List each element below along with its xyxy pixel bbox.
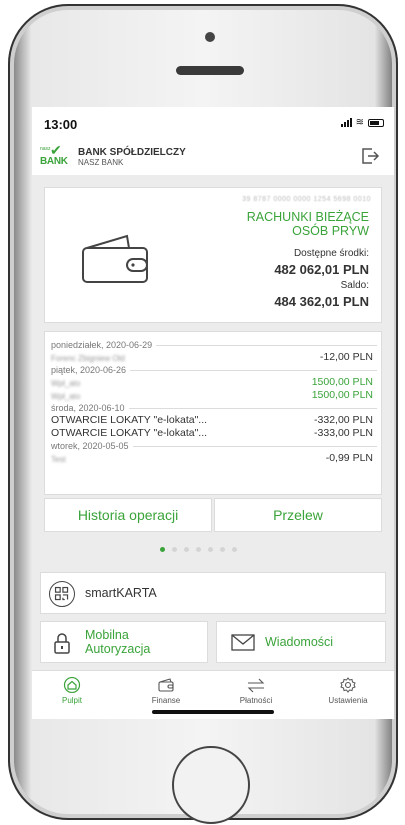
account-number: 39 8787 0000 0000 1254 5698 0010	[242, 196, 371, 203]
tab-finanse[interactable]: Finanse	[126, 677, 206, 705]
wallet-icon	[158, 678, 174, 692]
operation-amount: -332,00 PLN	[314, 414, 373, 426]
smartkarta-tile[interactable]: smartKARTA	[40, 572, 386, 614]
tab-ustawienia-label: Ustawienia	[328, 696, 368, 705]
balance-label: Saldo:	[340, 280, 369, 291]
lock-icon	[54, 633, 70, 654]
messages-tile[interactable]: Wiadomości	[216, 621, 386, 663]
operation-amount: 1500,00 PLN	[311, 389, 373, 401]
battery-icon	[368, 118, 384, 127]
operation-amount: -12,00 PLN	[319, 351, 373, 363]
carousel-dot[interactable]	[208, 547, 213, 552]
qr-code-icon	[49, 581, 75, 607]
date-divider	[132, 445, 377, 447]
carousel-dot[interactable]	[220, 547, 225, 552]
home-indicator	[152, 710, 274, 714]
operation-description: OTWARCIE LOKATY "e-lokata"...	[51, 414, 208, 426]
mobile-auth-label: Mobilna Autoryzacja	[85, 628, 150, 656]
operation-row[interactable]: Wpł_ato 1500,00 PLN	[51, 376, 377, 389]
home-button[interactable]	[172, 746, 250, 824]
mobile-auth-line2: Autoryzacja	[85, 642, 151, 656]
operation-amount: -0,99 PLN	[325, 452, 373, 464]
bank-logo: nasz ✔ BANK	[40, 143, 68, 169]
operation-date: piątek, 2020-06-26	[51, 365, 127, 375]
operation-date: środa, 2020-06-10	[51, 403, 125, 413]
operation-description: Wpł_ato	[51, 379, 81, 388]
history-button[interactable]: Historia operacji	[44, 498, 212, 532]
phone-frame: 13:00 ≋ nasz ✔ BANK BANK SPÓŁDZIELCZY NA…	[8, 4, 398, 824]
carousel-dot[interactable]	[172, 547, 177, 552]
history-button-label: Historia operacji	[77, 507, 179, 523]
carousel-dot[interactable]	[160, 547, 165, 552]
wifi-icon: ≋	[355, 117, 364, 128]
operation-date-header: poniedziałek, 2020-06-29	[51, 339, 377, 351]
carousel-dot[interactable]	[232, 547, 237, 552]
operation-date-header: piątek, 2020-06-26	[51, 364, 377, 376]
tab-ustawienia[interactable]: Ustawienia	[308, 677, 388, 705]
app-header: nasz ✔ BANK BANK SPÓŁDZIELCZY NASZ BANK	[32, 135, 394, 175]
operation-date: wtorek, 2020-05-05	[51, 441, 129, 451]
leaf-check-icon: ✔	[50, 142, 62, 158]
account-type-line2: OSÓB PRYW	[292, 224, 369, 238]
tab-finanse-label: Finanse	[151, 696, 181, 705]
bottom-tab-bar: Pulpit Finanse Płatności Ustawienia	[32, 670, 394, 719]
tab-pulpit[interactable]: Pulpit	[32, 677, 112, 705]
logout-icon[interactable]	[360, 146, 380, 166]
home-icon	[63, 677, 81, 693]
earpiece-speaker	[176, 66, 244, 75]
mobile-auth-line1: Mobilna	[85, 628, 129, 642]
status-bar: 13:00 ≋	[32, 107, 394, 135]
logo-text-top: nasz	[40, 146, 51, 152]
operation-description: OTWARCIE LOKATY "e-lokata"...	[51, 427, 208, 439]
operation-date-header: wtorek, 2020-05-05	[51, 440, 377, 452]
operation-date-header: środa, 2020-06-10	[51, 402, 377, 414]
transfer-button[interactable]: Przelew	[214, 498, 382, 532]
available-label: Dostępne środki:	[293, 248, 369, 259]
bank-subname: NASZ BANK	[78, 158, 124, 167]
balance-value: 484 362,01 PLN	[274, 294, 369, 309]
account-card[interactable]: 39 8787 0000 0000 1254 5698 0010 RACHUNK…	[44, 187, 382, 323]
operation-description: Forenc Zbigniew Old	[51, 354, 125, 363]
front-camera	[205, 32, 215, 42]
status-icons: ≋	[340, 117, 384, 128]
operation-row[interactable]: Wpł_ato 1500,00 PLN	[51, 389, 377, 402]
transfer-button-label: Przelew	[273, 507, 323, 523]
operation-description: Test	[51, 455, 66, 464]
carousel-dot[interactable]	[184, 547, 189, 552]
wallet-icon	[82, 234, 148, 283]
account-type-line1: RACHUNKI BIEŻĄCE	[246, 210, 369, 224]
logo-text-main: BANK	[40, 156, 68, 167]
operation-row[interactable]: Forenc Zbigniew Old -12,00 PLN	[51, 351, 377, 364]
operation-amount: 1500,00 PLN	[311, 376, 373, 388]
recent-operations: poniedziałek, 2020-06-29 Forenc Zbigniew …	[44, 331, 382, 495]
available-value: 482 062,01 PLN	[274, 262, 369, 277]
tab-pulpit-label: Pulpit	[61, 696, 82, 705]
operation-row[interactable]: OTWARCIE LOKATY "e-lokata"... -333,00 PLN	[51, 427, 377, 440]
signal-icon	[340, 118, 352, 127]
carousel-dots[interactable]	[160, 547, 237, 552]
envelope-icon	[231, 634, 255, 651]
date-divider	[130, 369, 377, 371]
tab-platnosci-label: Płatności	[239, 696, 273, 705]
status-time: 13:00	[44, 117, 78, 132]
bank-name: BANK SPÓŁDZIELCZY	[78, 147, 186, 158]
transfer-arrows-icon	[247, 678, 265, 693]
account-type: RACHUNKI BIEŻĄCE OSÓB PRYW	[247, 210, 369, 238]
date-divider	[156, 344, 377, 346]
app-screen: 13:00 ≋ nasz ✔ BANK BANK SPÓŁDZIELCZY NA…	[32, 107, 394, 719]
operation-row[interactable]: OTWARCIE LOKATY "e-lokata"... -332,00 PLN	[51, 414, 377, 427]
operation-date: poniedziałek, 2020-06-29	[51, 340, 153, 350]
gear-icon	[340, 677, 356, 693]
date-divider	[128, 407, 377, 409]
operation-amount: -333,00 PLN	[314, 427, 373, 439]
carousel-dot[interactable]	[196, 547, 201, 552]
operation-description: Wpł_ato	[51, 392, 81, 401]
smartkarta-label: smartKARTA	[85, 586, 157, 600]
tab-platnosci[interactable]: Płatności	[216, 677, 296, 705]
messages-label: Wiadomości	[265, 635, 334, 649]
operations-list: poniedziałek, 2020-06-29 Forenc Zbigniew …	[51, 339, 377, 465]
operation-row[interactable]: Test -0,99 PLN	[51, 452, 377, 465]
mobile-auth-tile[interactable]: Mobilna Autoryzacja	[40, 621, 208, 663]
